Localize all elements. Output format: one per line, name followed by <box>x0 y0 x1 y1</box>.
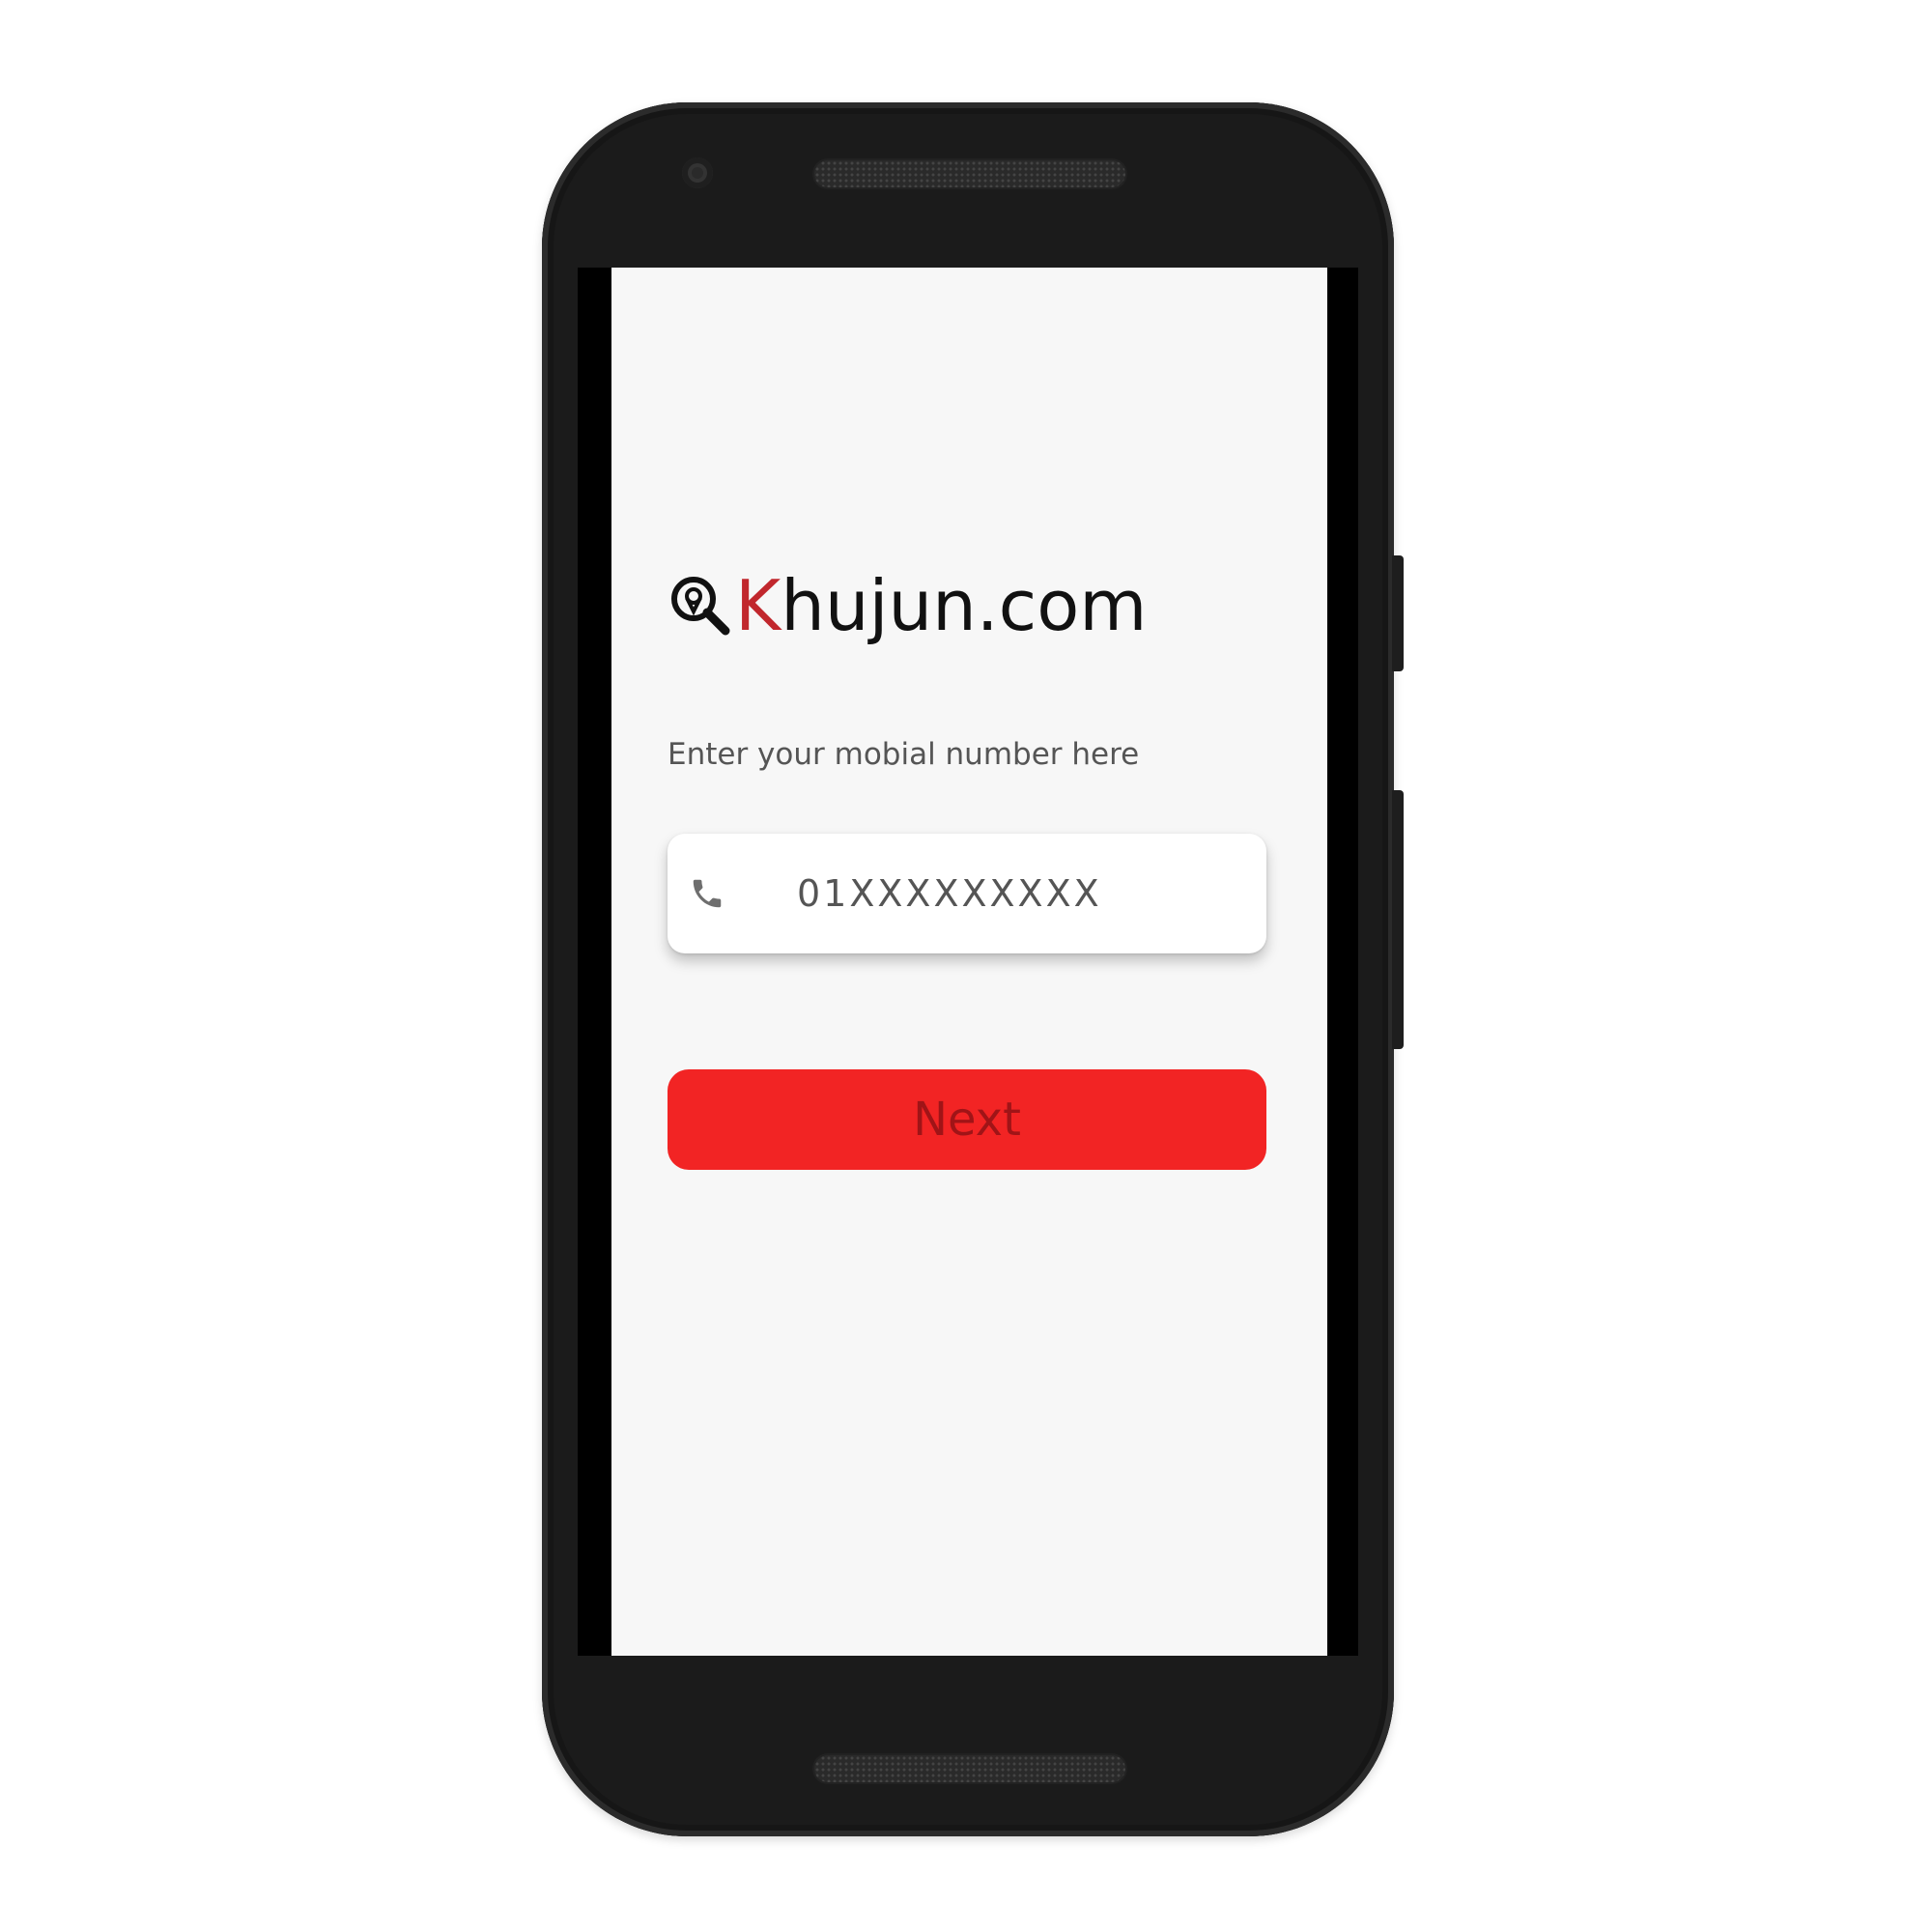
app-screen: Khujun.com Enter your mobial number here… <box>611 268 1327 1656</box>
phone-icon <box>693 879 722 908</box>
volume-button <box>1392 790 1404 1049</box>
app-title-k: K <box>735 565 781 646</box>
top-speaker <box>814 160 1125 187</box>
phone-input-card[interactable] <box>668 834 1266 953</box>
search-location-icon <box>671 577 730 636</box>
app-title: Khujun.com <box>735 567 1147 644</box>
app-title-rest: hujun.com <box>781 565 1148 646</box>
bottom-speaker <box>814 1755 1125 1782</box>
next-button[interactable]: Next <box>668 1069 1266 1170</box>
device-frame: Khujun.com Enter your mobial number here… <box>0 0 1932 1932</box>
phone-prompt-label: Enter your mobial number here <box>668 737 1140 772</box>
front-camera <box>682 157 713 188</box>
app-logo: Khujun.com <box>668 567 1147 644</box>
phone-number-input[interactable] <box>797 865 1203 923</box>
power-button <box>1392 555 1404 671</box>
